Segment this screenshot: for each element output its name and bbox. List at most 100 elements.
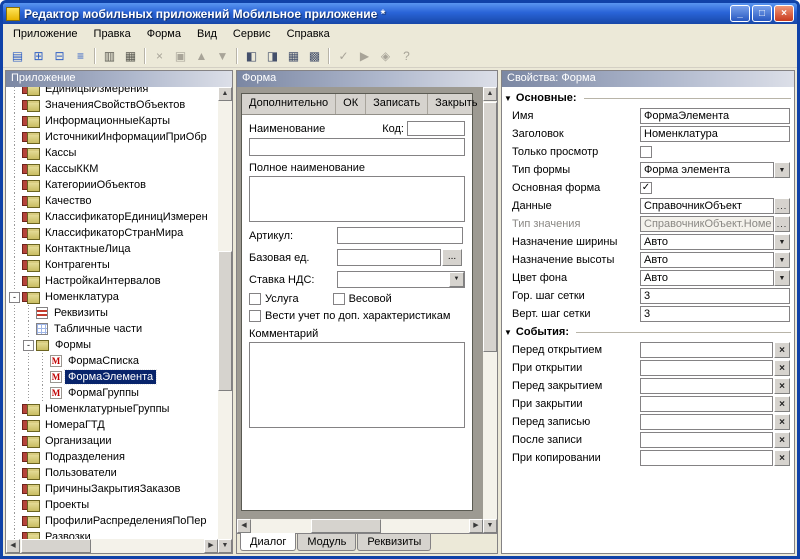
scroll-up-icon[interactable]: ▲ [483, 87, 497, 101]
editor-tab-1[interactable]: Модуль [297, 534, 356, 551]
dropdown-button[interactable]: ▼ [774, 162, 790, 178]
property-checkbox[interactable] [640, 146, 652, 158]
tree-item[interactable]: ПричиныЗакрытияЗаказов [8, 481, 218, 497]
maximize-button[interactable]: □ [752, 5, 772, 22]
tree-item[interactable]: Организации [8, 433, 218, 449]
tree-item[interactable]: НастройкаИнтервалов [8, 273, 218, 289]
collapse-expander-icon[interactable]: - [23, 340, 34, 351]
tree-item[interactable]: КлассификаторСтранМира [8, 225, 218, 241]
list-view-icon[interactable]: ≡ [70, 46, 91, 66]
tree-item[interactable]: КлассификаторЕдиницИзмерен [8, 209, 218, 225]
menu-item-2[interactable]: Форма [139, 25, 189, 43]
tree-item[interactable]: ПрофилиРаспределенияПоПер [8, 513, 218, 529]
ellipsis-button[interactable]: ... [774, 216, 790, 232]
comment-input[interactable] [249, 342, 465, 428]
property-input[interactable] [640, 432, 773, 448]
menu-item-4[interactable]: Сервис [225, 25, 279, 43]
menu-item-3[interactable]: Вид [189, 25, 225, 43]
tree-item[interactable]: МФормаСписка [8, 353, 218, 369]
property-input[interactable] [640, 378, 773, 394]
dropdown-button[interactable]: ▼ [774, 270, 790, 286]
property-input[interactable]: Форма элемента [640, 162, 774, 178]
property-input[interactable] [640, 396, 773, 412]
form-command-button-0[interactable]: Дополнительно [242, 94, 336, 114]
collapse-expander-icon[interactable]: - [9, 292, 20, 303]
minimize-button[interactable]: _ [730, 5, 750, 22]
scroll-left-icon[interactable]: ◀ [6, 539, 20, 553]
menu-item-1[interactable]: Правка [86, 25, 139, 43]
designer-hscrollbar[interactable]: ◀ ▶ [237, 519, 483, 533]
tree-item[interactable]: Развозки [8, 529, 218, 539]
full-name-input[interactable] [249, 176, 465, 222]
property-input[interactable]: 3 [640, 288, 790, 304]
property-checkbox[interactable]: ✓ [640, 182, 652, 194]
base-unit-select-button[interactable]: ... [442, 249, 462, 266]
scroll-left-icon[interactable]: ◀ [237, 519, 251, 533]
tree-item[interactable]: КассыККМ [8, 161, 218, 177]
vscroll-thumb[interactable] [218, 251, 232, 391]
property-input[interactable]: СправочникОбъект.Номе [640, 216, 774, 232]
dropdown-button[interactable]: ▼ [774, 252, 790, 268]
vscroll-thumb[interactable] [483, 102, 497, 352]
clear-button[interactable]: × [774, 360, 790, 376]
service-checkbox[interactable] [249, 293, 261, 305]
code-input[interactable] [407, 121, 465, 136]
form-designer-canvas[interactable]: ДополнительноОКЗаписатьЗакрыть Наименова… [237, 87, 483, 519]
tree-item[interactable]: Качество [8, 193, 218, 209]
clear-button[interactable]: × [774, 450, 790, 466]
tree-item[interactable]: Подразделения [8, 449, 218, 465]
hscroll-track[interactable] [20, 539, 204, 553]
article-input[interactable] [337, 227, 463, 244]
tree-item[interactable]: НомераГТД [8, 417, 218, 433]
chevron-down-icon[interactable]: ▼ [449, 272, 464, 287]
tree-item[interactable]: Контрагенты [8, 257, 218, 273]
property-input[interactable]: ФормаЭлемента [640, 108, 790, 124]
tree-item[interactable]: ЕдиницыИзмерения [8, 87, 218, 97]
editor-tab-2[interactable]: Реквизиты [357, 534, 431, 551]
grid-icon[interactable]: ▦ [283, 46, 304, 66]
weight-checkbox[interactable] [333, 293, 345, 305]
tree-item[interactable]: МФормаГруппы [8, 385, 218, 401]
property-input[interactable]: Авто [640, 270, 774, 286]
clear-button[interactable]: × [774, 414, 790, 430]
scroll-down-icon[interactable]: ▼ [483, 519, 497, 533]
collapse-all-icon[interactable]: ⊟ [49, 46, 70, 66]
tree-item[interactable]: -Формы [8, 337, 218, 353]
clear-button[interactable]: × [774, 432, 790, 448]
property-input[interactable]: СправочникОбъект [640, 198, 774, 214]
scroll-right-icon[interactable]: ▶ [204, 539, 218, 553]
tree-item[interactable]: Кассы [8, 145, 218, 161]
form-command-button-2[interactable]: Записать [366, 94, 428, 114]
align-left-icon[interactable]: ◧ [241, 46, 262, 66]
tree-item[interactable]: Табличные части [8, 321, 218, 337]
property-input[interactable]: Номенклатура [640, 126, 790, 142]
tree-item[interactable]: Реквизиты [8, 305, 218, 321]
hscroll-track[interactable] [251, 519, 469, 533]
extra-accounting-checkbox[interactable] [249, 310, 261, 322]
section-header[interactable]: ▼События: [502, 323, 794, 341]
ellipsis-button[interactable]: ... [774, 198, 790, 214]
property-input[interactable]: Авто [640, 234, 774, 250]
new-document-icon[interactable]: ▤ [7, 46, 28, 66]
form-command-button-1[interactable]: ОК [336, 94, 366, 114]
base-unit-input[interactable] [337, 249, 441, 266]
tree-item[interactable]: Пользователи [8, 465, 218, 481]
close-button[interactable]: × [774, 5, 794, 22]
property-input[interactable] [640, 450, 773, 466]
tree-item[interactable]: МФормаЭлемента [8, 369, 218, 385]
property-input[interactable] [640, 360, 773, 376]
hierarchy-view-icon[interactable]: ⊞ [28, 46, 49, 66]
form-command-button-3[interactable]: Закрыть [428, 94, 483, 114]
section-header[interactable]: ▼Основные: [502, 89, 794, 107]
scroll-right-icon[interactable]: ▶ [469, 519, 483, 533]
tree-item[interactable]: ЗначенияСвойствОбъектов [8, 97, 218, 113]
clear-button[interactable]: × [774, 396, 790, 412]
menu-item-5[interactable]: Справка [279, 25, 338, 43]
tree-item[interactable]: Проекты [8, 497, 218, 513]
menu-item-0[interactable]: Приложение [5, 25, 86, 43]
tree-item[interactable]: ИнформационныеКарты [8, 113, 218, 129]
tree-item[interactable]: -Номенклатура [8, 289, 218, 305]
scroll-up-icon[interactable]: ▲ [218, 87, 232, 101]
name-input[interactable] [249, 138, 465, 156]
property-input[interactable]: Авто [640, 252, 774, 268]
